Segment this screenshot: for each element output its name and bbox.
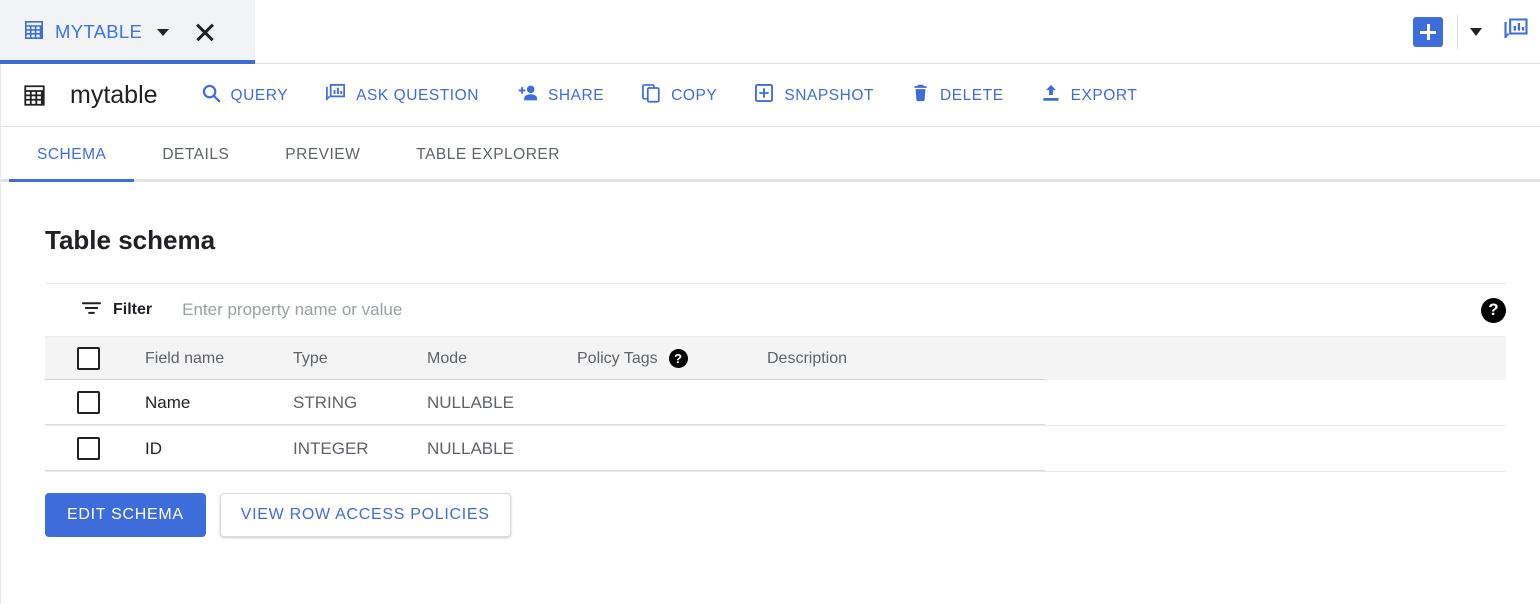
tab-details[interactable]: DETAILS: [134, 127, 257, 182]
section-title: Table schema: [1, 182, 1540, 256]
add-tab-button[interactable]: [1413, 17, 1443, 47]
cell-type: INTEGER: [293, 439, 427, 459]
bigquery-table-page: MYTABLE: [0, 0, 1540, 604]
view-tab-bar: SCHEMA DETAILS PREVIEW TABLE EXPLORER: [0, 127, 1540, 182]
delete-button[interactable]: DELETE: [910, 82, 1004, 109]
column-header-policy-tags-group: Policy Tags ?: [577, 349, 767, 368]
cell-mode: NULLABLE: [427, 393, 577, 413]
tab-details-label: DETAILS: [162, 146, 229, 164]
caret-down-icon[interactable]: [157, 29, 169, 36]
help-icon-label: ?: [1488, 300, 1498, 320]
filter-label: Filter: [113, 301, 152, 319]
table-row[interactable]: Name STRING NULLABLE: [45, 380, 1506, 426]
query-button[interactable]: QUERY: [200, 82, 289, 109]
export-button[interactable]: EXPORT: [1040, 82, 1138, 109]
help-circle-icon[interactable]: ?: [1481, 298, 1506, 323]
column-header-mode[interactable]: Mode: [427, 350, 577, 368]
filter-icon: [81, 300, 102, 321]
tab-preview[interactable]: PREVIEW: [257, 127, 388, 182]
schema-action-buttons: EDIT SCHEMA VIEW ROW ACCESS POLICIES: [45, 493, 1540, 537]
column-header-type[interactable]: Type: [293, 350, 427, 368]
share-label: SHARE: [548, 87, 604, 105]
table-header-row: Field name Type Mode Policy Tags ? Descr…: [45, 336, 1506, 380]
person-add-icon: [515, 82, 539, 109]
ask-question-button[interactable]: ASK QUESTION: [324, 82, 479, 110]
analytics-chart-icon: [324, 82, 347, 110]
ask-question-label: ASK QUESTION: [356, 87, 479, 105]
share-button[interactable]: SHARE: [515, 82, 604, 109]
filter-input[interactable]: [182, 300, 802, 320]
tab-preview-label: PREVIEW: [285, 146, 360, 164]
tab-strip-spacer: [255, 0, 1413, 64]
action-toolbar: mytable QUERY ASK Q: [0, 64, 1540, 127]
page-title: mytable: [70, 81, 158, 110]
tab-schema-label: SCHEMA: [37, 146, 106, 164]
search-icon: [200, 82, 222, 109]
table-row[interactable]: ID INTEGER NULLABLE: [45, 426, 1506, 472]
filter-bar: Filter ?: [45, 283, 1506, 336]
snapshot-button[interactable]: SNAPSHOT: [753, 82, 874, 109]
row-checkbox[interactable]: [77, 437, 100, 460]
row-checkbox[interactable]: [77, 391, 100, 414]
cell-mode: NULLABLE: [427, 439, 577, 459]
analytics-chart-icon[interactable]: [1502, 16, 1530, 49]
table-grid-icon: [21, 82, 48, 109]
snapshot-label: SNAPSHOT: [784, 87, 874, 105]
column-header-policy-tags[interactable]: Policy Tags: [577, 350, 658, 368]
table-grid-icon: [22, 18, 46, 47]
delete-label: DELETE: [940, 87, 1004, 105]
policy-tags-help-label: ?: [674, 351, 682, 366]
cell-type: STRING: [293, 393, 427, 413]
tab-table-explorer[interactable]: TABLE EXPLORER: [388, 127, 588, 182]
schema-table: Field name Type Mode Policy Tags ? Descr…: [45, 336, 1506, 472]
tab-table-explorer-label: TABLE EXPLORER: [416, 146, 560, 164]
select-all-checkbox[interactable]: [77, 347, 100, 370]
filter-label-group: Filter: [81, 300, 152, 321]
select-all-cell: [45, 347, 145, 370]
column-header-description[interactable]: Description: [767, 350, 1506, 368]
copy-button[interactable]: COPY: [640, 82, 717, 109]
window-tab-strip: MYTABLE: [0, 0, 1540, 64]
row-select-cell: [45, 391, 145, 414]
tab-schema[interactable]: SCHEMA: [9, 127, 134, 182]
trash-icon: [910, 82, 931, 109]
view-row-access-policies-button[interactable]: VIEW ROW ACCESS POLICIES: [220, 493, 511, 537]
edit-schema-button[interactable]: EDIT SCHEMA: [45, 493, 206, 537]
policy-tags-help-icon[interactable]: ?: [669, 349, 688, 368]
tab-strip-right-controls: [1413, 0, 1540, 64]
document-tab-mytable[interactable]: MYTABLE: [0, 0, 255, 64]
upload-icon: [1040, 82, 1062, 109]
cell-field-name: Name: [145, 393, 293, 413]
document-tab-label: MYTABLE: [55, 21, 142, 43]
copy-label: COPY: [671, 87, 717, 105]
export-label: EXPORT: [1071, 87, 1138, 105]
cell-field-name: ID: [145, 439, 293, 459]
row-select-cell: [45, 437, 145, 460]
caret-down-icon[interactable]: [1470, 28, 1482, 36]
copy-icon: [640, 82, 662, 109]
column-header-field-name[interactable]: Field name: [145, 350, 293, 368]
schema-panel: Table schema Filter ?: [0, 182, 1540, 604]
close-icon[interactable]: [192, 19, 218, 45]
snapshot-icon: [753, 82, 775, 109]
toolbar-divider: [1457, 15, 1458, 49]
query-label: QUERY: [231, 87, 289, 105]
